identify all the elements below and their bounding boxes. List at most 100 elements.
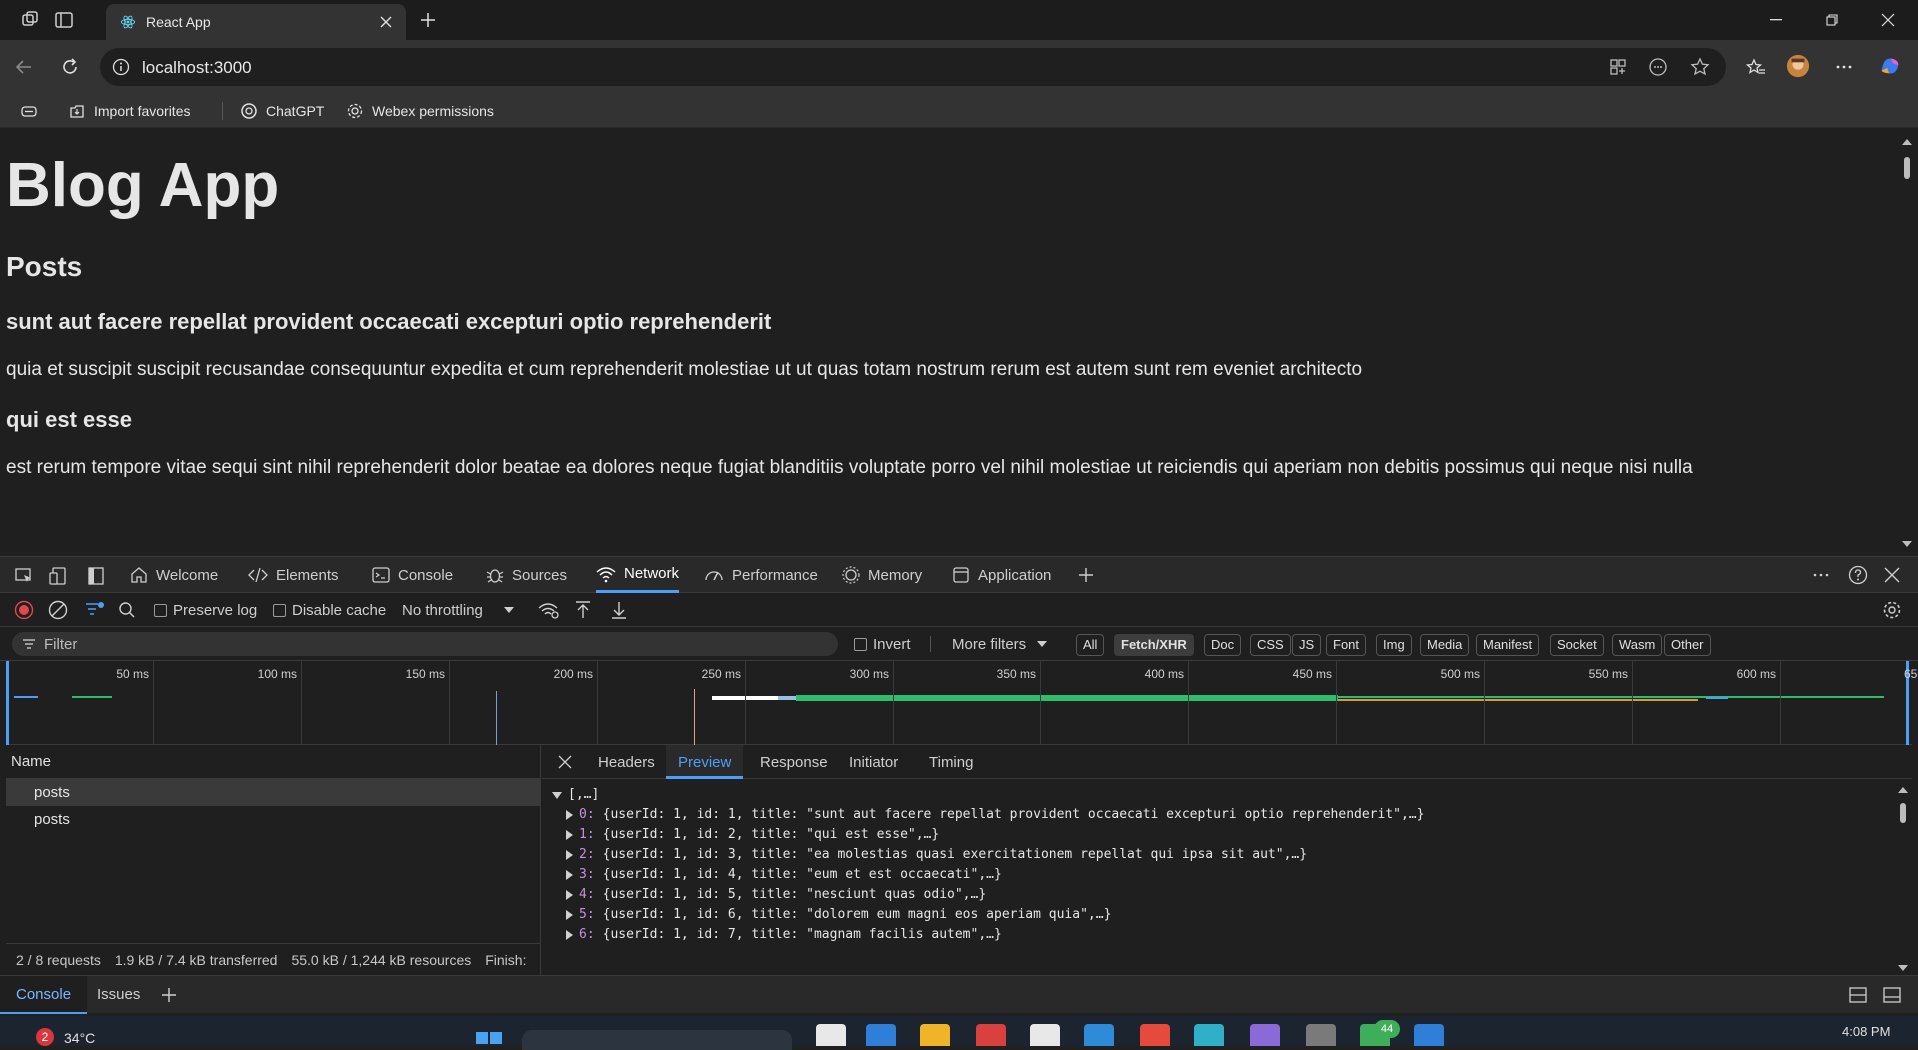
taskbar-app-icon[interactable] (866, 1024, 896, 1046)
close-window-icon[interactable] (1860, 0, 1916, 40)
tab-preview[interactable]: Preview (666, 745, 744, 779)
weather-temperature[interactable]: 34°C (64, 1030, 95, 1046)
filter-settings-icon[interactable] (84, 600, 106, 620)
network-overview-timeline[interactable]: 50 ms 100 ms 150 ms 200 ms 250 ms 300 ms 350 m… (6, 661, 1918, 745)
add-drawer-tab-icon[interactable] (161, 987, 177, 1003)
record-icon[interactable] (14, 600, 34, 620)
filter-chip-img[interactable]: Img (1376, 634, 1412, 656)
tab-timing[interactable]: Timing (929, 745, 973, 779)
filter-chip-other[interactable]: Other (1664, 634, 1711, 656)
invert-checkbox[interactable]: Invert (854, 634, 911, 654)
more-options-icon[interactable] (1832, 55, 1856, 79)
browser-tab-react-app[interactable]: React App (106, 4, 406, 40)
dock-sidebar-icon[interactable] (86, 566, 106, 586)
upload-icon[interactable] (574, 600, 592, 620)
favorite-star-icon[interactable] (1690, 57, 1710, 77)
tab-welcome[interactable]: Welcome (130, 557, 218, 593)
json-array-item[interactable]: 3: {userId: 1, id: 4, title: "eum et est … (552, 865, 1424, 885)
minimize-icon[interactable] (1748, 0, 1804, 40)
taskbar-app-icon[interactable] (816, 1024, 846, 1046)
filter-chip-fetch-xhr[interactable]: Fetch/XHR (1114, 634, 1194, 656)
preview-scrollbar[interactable] (1894, 779, 1912, 975)
close-devtools-icon[interactable] (1884, 567, 1900, 583)
tab-initiator[interactable]: Initiator (849, 745, 898, 779)
taskbar-app-icon[interactable] (1140, 1024, 1170, 1046)
filter-chip-wasm[interactable]: Wasm (1612, 634, 1663, 656)
tab-application[interactable]: Application (952, 557, 1051, 593)
page-scrollbar[interactable] (1896, 129, 1918, 552)
tab-sources[interactable]: Sources (486, 557, 567, 593)
browser-essentials-icon[interactable] (1648, 57, 1668, 77)
json-array-item[interactable]: 5: {userId: 1, id: 6, title: "dolorem eum… (552, 905, 1424, 925)
import-favorites-link[interactable]: Import favorites (68, 100, 190, 122)
tab-headers[interactable]: Headers (598, 745, 655, 779)
copilot-icon[interactable] (1878, 54, 1902, 78)
site-info-icon[interactable] (112, 58, 130, 76)
app-available-icon[interactable] (1608, 57, 1628, 77)
device-emulation-icon[interactable] (48, 566, 68, 586)
json-array-item[interactable]: 0: {userId: 1, id: 1, title: "sunt aut fa… (552, 805, 1424, 825)
close-detail-icon[interactable] (558, 755, 572, 769)
search-icon[interactable] (118, 600, 136, 620)
add-tool-icon[interactable] (1078, 567, 1094, 583)
json-array-item[interactable]: 2: {userId: 1, id: 3, title: "ea molestia… (552, 845, 1424, 865)
favorites-icon[interactable] (1744, 55, 1768, 79)
tab-performance[interactable]: Performance (704, 557, 818, 593)
filter-chip-css[interactable]: CSS (1250, 634, 1291, 656)
dock-drawer-icon[interactable] (1848, 986, 1868, 1004)
address-bar[interactable]: localhost:3000 (100, 48, 1726, 86)
download-icon[interactable] (610, 600, 628, 620)
profile-avatar[interactable] (1786, 54, 1810, 78)
webex-permissions-link[interactable]: Webex permissions (346, 100, 494, 122)
tab-response[interactable]: Response (760, 745, 828, 779)
tab-memory[interactable]: Memory (842, 557, 922, 593)
tab-network[interactable]: Network (596, 557, 680, 593)
taskbar-edge-icon[interactable] (1194, 1024, 1224, 1046)
taskbar-search-box[interactable] (522, 1030, 792, 1050)
new-tab-icon[interactable] (416, 8, 440, 32)
devtools-more-icon[interactable] (1812, 566, 1830, 584)
network-conditions-icon[interactable] (538, 600, 560, 620)
filter-chip-manifest[interactable]: Manifest (1476, 634, 1540, 656)
network-settings-gear-icon[interactable] (1882, 600, 1902, 620)
filter-chip-js[interactable]: JS (1292, 634, 1322, 656)
taskbar-app-icon[interactable] (1306, 1024, 1336, 1046)
back-icon[interactable] (12, 55, 36, 79)
restore-icon[interactable] (1804, 0, 1860, 40)
filter-input[interactable]: Filter (12, 632, 838, 656)
json-array-item[interactable]: 6: {userId: 1, id: 7, title: "magnam faci… (552, 925, 1424, 945)
column-header-name[interactable]: Name (6, 745, 540, 779)
json-array-item[interactable]: 1: {userId: 1, id: 2, title: "qui est ess… (552, 825, 1424, 845)
filter-chip-media[interactable]: Media (1420, 634, 1470, 656)
taskbar-app-icon[interactable] (1250, 1024, 1280, 1046)
taskbar-app-icon[interactable] (1414, 1024, 1444, 1046)
filter-chip-doc[interactable]: Doc (1204, 634, 1242, 656)
taskbar-chatgpt-icon[interactable] (1030, 1024, 1060, 1046)
preserve-log-checkbox[interactable]: Preserve log (154, 600, 257, 620)
throttling-select[interactable]: No throttling (402, 600, 515, 620)
taskbar-folder-icon[interactable] (920, 1024, 950, 1046)
help-icon[interactable] (1848, 565, 1868, 585)
chatgpt-link[interactable]: ChatGPT (240, 100, 324, 122)
tab-console[interactable]: Console (372, 557, 453, 593)
filter-chip-font[interactable]: Font (1326, 634, 1367, 656)
undock-drawer-icon[interactable] (1882, 986, 1902, 1004)
disable-cache-checkbox[interactable]: Disable cache (273, 600, 386, 620)
collections-icon[interactable] (20, 100, 38, 122)
close-tab-icon[interactable] (376, 12, 396, 32)
taskbar-app-icon[interactable] (976, 1024, 1006, 1046)
inspect-icon[interactable] (14, 566, 34, 586)
drawer-tab-console[interactable]: Console (0, 976, 88, 1014)
filter-chip-socket[interactable]: Socket (1550, 634, 1604, 656)
drawer-tab-issues[interactable]: Issues (97, 976, 140, 1014)
vertical-tabs-icon[interactable] (52, 8, 76, 32)
json-root[interactable]: [,…] (552, 785, 1424, 805)
system-clock[interactable]: 4:08 PM (1842, 1024, 1890, 1039)
taskbar-vscode-icon[interactable] (1084, 1024, 1114, 1046)
more-filters-dropdown[interactable]: More filters (952, 634, 1048, 654)
tab-elements[interactable]: Elements (248, 557, 339, 593)
refresh-icon[interactable] (58, 55, 82, 79)
json-array-item[interactable]: 4: {userId: 1, id: 5, title: "nesciunt qu… (552, 885, 1424, 905)
clear-icon[interactable] (48, 600, 68, 620)
workspaces-icon[interactable] (18, 8, 42, 32)
